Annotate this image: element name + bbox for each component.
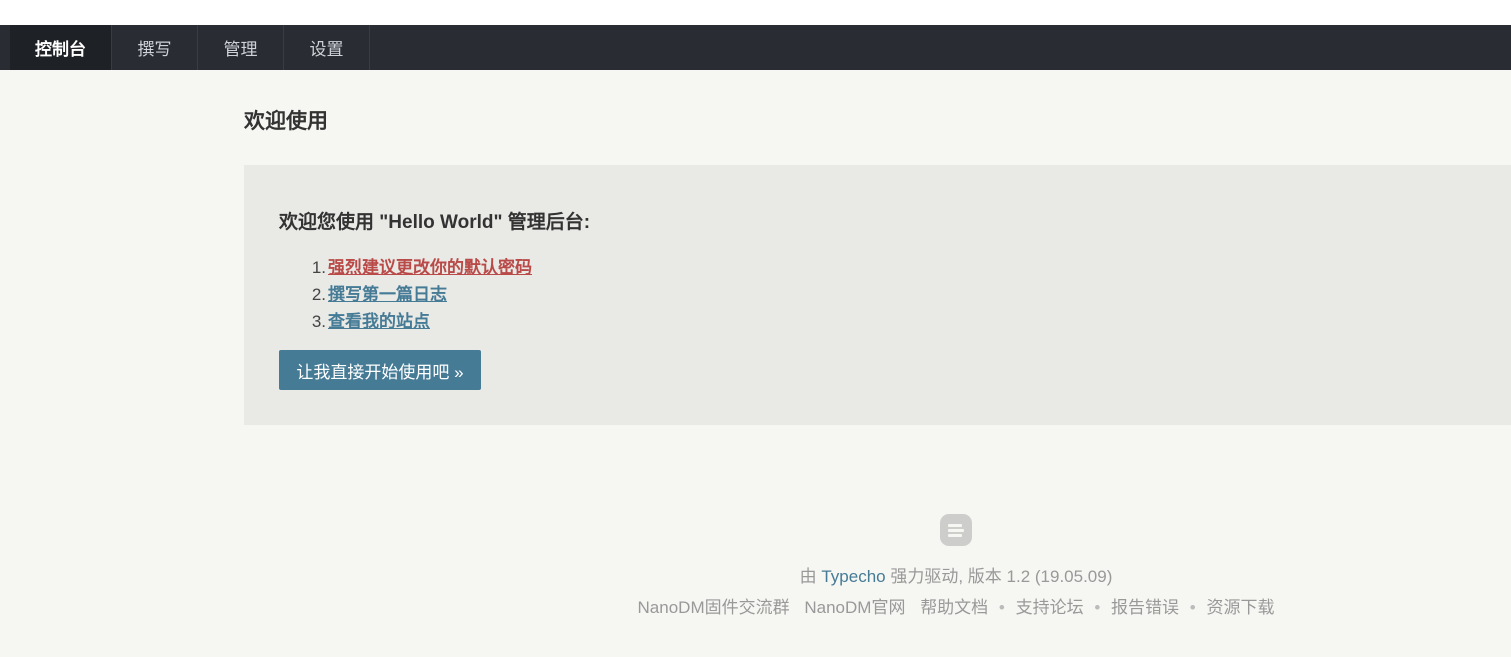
footer-link-report-bug[interactable]: 报告错误 xyxy=(1111,598,1179,617)
footer-separator: • xyxy=(998,598,1005,617)
welcome-steps-list: 1. 强烈建议更改你的默认密码 2. 撰写第一篇日志 3. 查看我的站点 xyxy=(312,254,532,335)
footer-powered-by: 由 Typecho 强力驱动, 版本 1.2 (19.05.09) xyxy=(244,562,1511,587)
welcome-panel: 欢迎您使用 "Hello World" 管理后台: 1. 强烈建议更改你的默认密… xyxy=(244,165,1511,425)
footer-link-downloads[interactable]: 资源下载 xyxy=(1206,598,1274,617)
footer-separator: • xyxy=(1189,598,1196,617)
nav-item-manage[interactable]: 管理 xyxy=(198,25,284,70)
list-item-number: 2. xyxy=(311,285,326,304)
typecho-link[interactable]: Typecho xyxy=(821,567,885,586)
list-item: 3. 查看我的站点 xyxy=(312,308,532,335)
top-navbar: 控制台 撰写 管理 设置 xyxy=(0,25,1511,70)
footer-links: NanoDM固件交流群 NanoDM官网 帮助文档 • 支持论坛 • 报告错误 … xyxy=(244,593,1511,618)
list-item-number: 3. xyxy=(311,312,326,331)
top-spacer xyxy=(0,0,1511,25)
list-item: 1. 强烈建议更改你的默认密码 xyxy=(312,254,532,281)
nav-item-write[interactable]: 撰写 xyxy=(112,25,198,70)
footer-link-support-forum[interactable]: 支持论坛 xyxy=(1016,598,1084,617)
write-first-post-link[interactable]: 撰写第一篇日志 xyxy=(328,281,447,308)
list-item-number: 1. xyxy=(311,258,326,277)
footer-link-help-docs[interactable]: 帮助文档 xyxy=(920,598,988,617)
typecho-logo-icon xyxy=(940,514,972,546)
welcome-heading: 欢迎您使用 "Hello World" 管理后台: xyxy=(279,212,591,233)
footer-separator: • xyxy=(1094,598,1101,617)
list-item: 2. 撰写第一篇日志 xyxy=(312,281,532,308)
change-password-link[interactable]: 强烈建议更改你的默认密码 xyxy=(328,254,532,281)
footer-link-nanodm-group[interactable]: NanoDM固件交流群 xyxy=(638,598,790,617)
powered-prefix: 由 xyxy=(799,567,817,586)
powered-suffix: 强力驱动, 版本 1.2 (19.05.09) xyxy=(890,567,1113,586)
start-using-button[interactable]: 让我直接开始使用吧 » xyxy=(279,350,481,390)
nav-item-settings[interactable]: 设置 xyxy=(284,25,370,70)
main-content: 欢迎使用 欢迎您使用 "Hello World" 管理后台: 1. 强烈建议更改… xyxy=(0,70,1511,657)
footer-link-nanodm-site[interactable]: NanoDM官网 xyxy=(804,598,905,617)
view-site-link[interactable]: 查看我的站点 xyxy=(328,308,430,335)
nav-item-dashboard[interactable]: 控制台 xyxy=(10,25,112,70)
page-title: 欢迎使用 xyxy=(244,110,328,133)
